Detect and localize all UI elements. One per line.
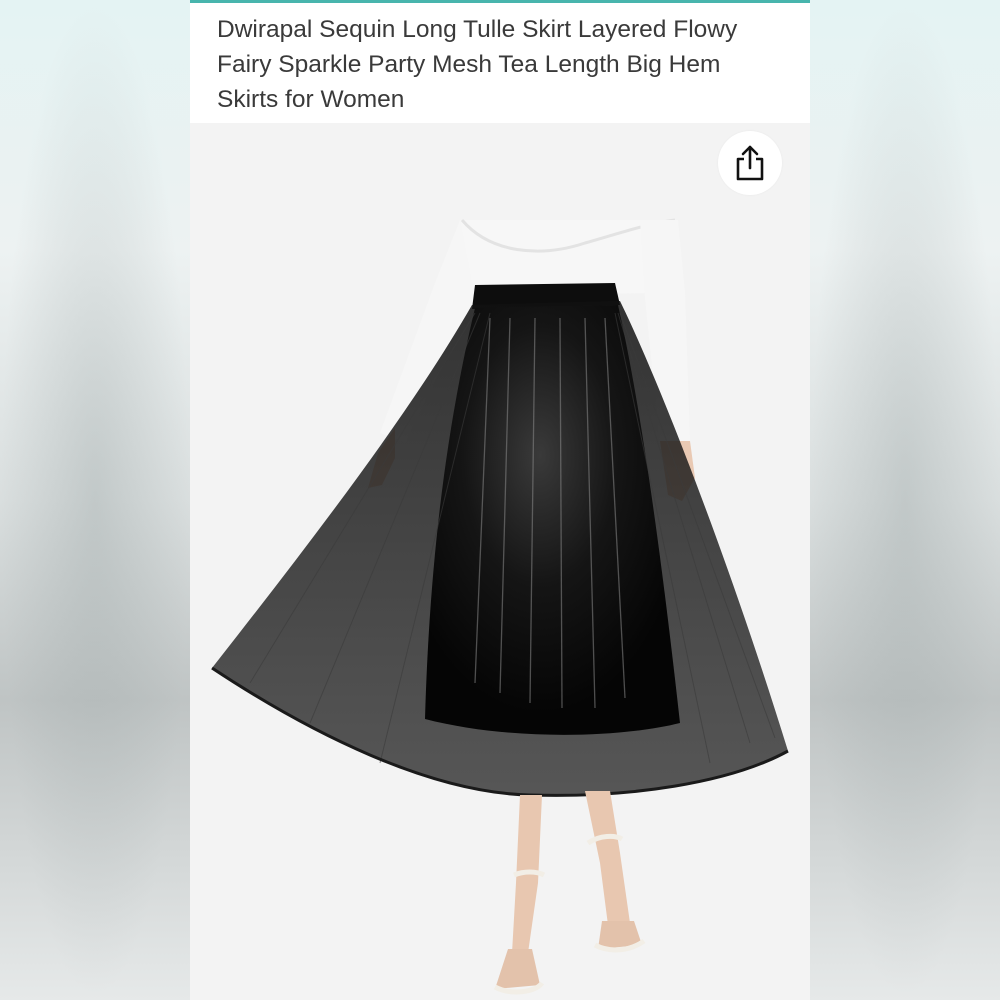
product-title: Dwirapal Sequin Long Tulle Skirt Layered… [217,16,738,113]
share-icon [736,145,764,181]
product-image[interactable] [190,123,810,1000]
title-bar: Dwirapal Sequin Long Tulle Skirt Layered… [190,3,810,123]
app-screen: Dwirapal Sequin Long Tulle Skirt Layered… [190,0,810,1000]
product-image-area[interactable] [190,123,810,1000]
left-background [0,0,190,1000]
share-button[interactable] [718,131,782,195]
right-background [810,0,1000,1000]
